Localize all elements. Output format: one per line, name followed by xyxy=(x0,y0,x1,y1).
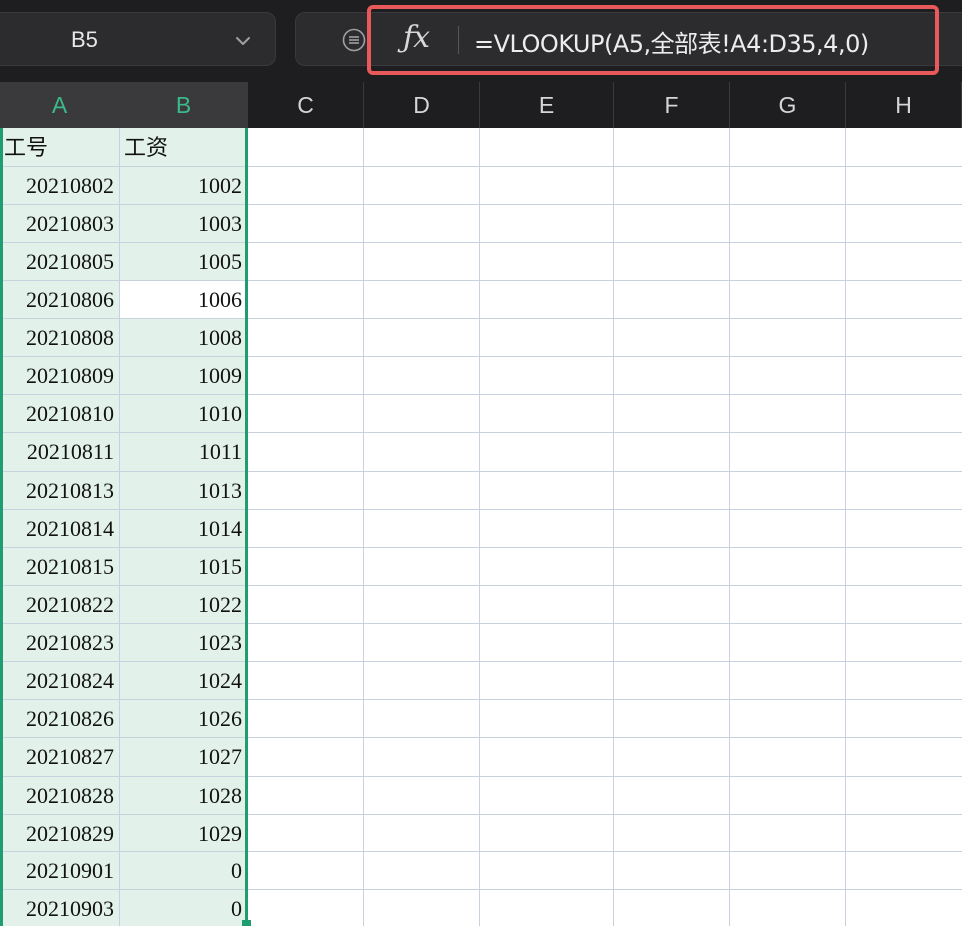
column-header-e[interactable]: E xyxy=(480,82,614,128)
cell-employee-id[interactable]: 20210806 xyxy=(0,281,118,319)
cell-salary[interactable]: 1023 xyxy=(120,624,244,662)
cell-salary[interactable]: 1010 xyxy=(120,395,244,433)
cell-salary[interactable]: 1005 xyxy=(120,243,244,281)
header-cell-salary[interactable]: 工资 xyxy=(120,130,244,168)
column-header-a[interactable]: A xyxy=(0,82,120,128)
name-box[interactable]: B5 xyxy=(0,12,276,66)
cell-salary[interactable]: 1009 xyxy=(120,357,244,395)
cell-salary[interactable]: 1002 xyxy=(120,167,244,205)
formula-highlight-box xyxy=(367,5,939,75)
cell-salary[interactable]: 0 xyxy=(120,852,244,890)
cell-salary[interactable]: 1011 xyxy=(120,433,244,471)
column-headers: A B C D E F G H xyxy=(0,82,962,128)
cell-employee-id[interactable]: 20210810 xyxy=(0,395,118,433)
cell-salary[interactable]: 0 xyxy=(120,890,244,926)
cell-salary[interactable]: 1003 xyxy=(120,205,244,243)
cell-employee-id[interactable]: 20210809 xyxy=(0,357,118,395)
cell-salary[interactable]: 1028 xyxy=(120,777,244,815)
column-header-d[interactable]: D xyxy=(364,82,480,128)
column-header-g[interactable]: G xyxy=(730,82,846,128)
cell-salary[interactable]: 1022 xyxy=(120,586,244,624)
name-box-cell-ref: B5 xyxy=(71,27,98,52)
selection-border-left xyxy=(0,128,3,926)
cell-salary[interactable]: 1026 xyxy=(120,700,244,738)
cell-salary[interactable]: 1029 xyxy=(120,815,244,853)
column-header-c[interactable]: C xyxy=(248,82,364,128)
column-gridline xyxy=(613,128,614,926)
cell-employee-id[interactable]: 20210826 xyxy=(0,700,118,738)
toolbar: B5 ƒx =VLOOKUP(A5,全部表!A4:D35,4,0) xyxy=(0,0,962,82)
cell-salary[interactable]: 1024 xyxy=(120,662,244,700)
cell-employee-id[interactable]: 20210829 xyxy=(0,815,118,853)
column-header-h[interactable]: H xyxy=(846,82,962,128)
column-header-f[interactable]: F xyxy=(614,82,730,128)
cell-employee-id[interactable]: 20210811 xyxy=(0,433,118,471)
cell-salary[interactable]: 1027 xyxy=(120,738,244,776)
header-cell-employee-id[interactable]: 工号 xyxy=(0,130,118,168)
cell-employee-id[interactable]: 20210813 xyxy=(0,472,118,510)
column-gridline xyxy=(479,128,480,926)
column-gridline xyxy=(729,128,730,926)
fill-handle[interactable] xyxy=(242,920,251,926)
column-gridline xyxy=(363,128,364,926)
cell-employee-id[interactable]: 20210802 xyxy=(0,167,118,205)
cell-salary[interactable]: 1014 xyxy=(120,510,244,548)
cell-employee-id[interactable]: 20210823 xyxy=(0,624,118,662)
column-header-b[interactable]: B xyxy=(120,82,248,128)
menu-icon[interactable] xyxy=(341,27,367,53)
cell-employee-id[interactable]: 20210803 xyxy=(0,205,118,243)
cell-employee-id[interactable]: 20210828 xyxy=(0,777,118,815)
cell-salary[interactable]: 1008 xyxy=(120,319,244,357)
cell-employee-id[interactable]: 20210815 xyxy=(0,548,118,586)
cell-salary[interactable]: 1013 xyxy=(120,472,244,510)
spreadsheet-grid[interactable]: 工号 工资 20210802 1002 20210803 1003 20210805 10… xyxy=(0,128,962,926)
selection-border-right xyxy=(245,128,248,922)
cell-employee-id[interactable]: 20210901 xyxy=(0,852,118,890)
cell-employee-id[interactable]: 20210903 xyxy=(0,890,118,926)
cell-employee-id[interactable]: 20210814 xyxy=(0,510,118,548)
cell-salary[interactable]: 1015 xyxy=(120,548,244,586)
cell-salary[interactable]: 1006 xyxy=(120,281,244,319)
column-gridline xyxy=(845,128,846,926)
cell-employee-id[interactable]: 20210827 xyxy=(0,738,118,776)
cell-employee-id[interactable]: 20210822 xyxy=(0,586,118,624)
cell-employee-id[interactable]: 20210824 xyxy=(0,662,118,700)
cell-employee-id[interactable]: 20210805 xyxy=(0,243,118,281)
cell-employee-id[interactable]: 20210808 xyxy=(0,319,118,357)
chevron-down-icon[interactable] xyxy=(235,33,251,49)
